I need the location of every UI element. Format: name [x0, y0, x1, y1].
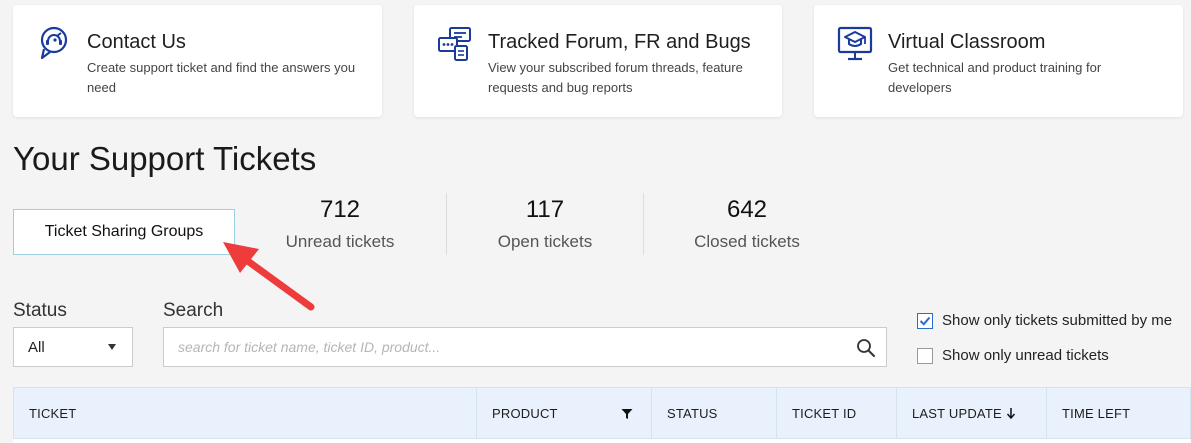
stat-divider — [643, 193, 644, 255]
column-header-last-update[interactable]: LAST UPDATE — [897, 388, 1047, 438]
closed-tickets-stat[interactable]: 642 Closed tickets — [672, 193, 822, 253]
open-tickets-count: 117 — [525, 196, 565, 223]
column-header-time-left[interactable]: TIME LEFT — [1047, 388, 1190, 438]
contact-us-desc: Create support ticket and find the answe… — [87, 60, 356, 95]
tracked-forum-title: Tracked Forum, FR and Bugs — [488, 31, 751, 53]
virtual-classroom-title: Virtual Classroom — [888, 31, 1046, 53]
search-icon[interactable] — [856, 338, 876, 358]
column-header-label: LAST UPDATE — [912, 405, 1002, 421]
open-tickets-stat[interactable]: 117 Open tickets — [475, 193, 615, 253]
page-title: Your Support Tickets — [13, 140, 317, 177]
column-header-product[interactable]: PRODUCT — [477, 388, 652, 438]
search-box — [163, 327, 887, 367]
checkmark-icon — [919, 316, 931, 326]
contact-us-card[interactable]: Contact Us Create support ticket and fin… — [13, 5, 382, 117]
virtual-classroom-card[interactable]: Virtual Classroom Get technical and prod… — [814, 5, 1183, 117]
column-header-label: TIME LEFT — [1062, 405, 1131, 421]
stat-divider — [446, 193, 447, 255]
ticket-sharing-groups-button[interactable]: Ticket Sharing Groups — [13, 209, 235, 255]
submitted-by-me-label: Show only tickets submitted by me — [942, 312, 1173, 329]
filter-icon[interactable] — [621, 408, 633, 420]
open-tickets-label: Open tickets — [497, 232, 593, 251]
sort-down-arrow-icon — [1006, 408, 1015, 419]
forum-threads-icon — [438, 27, 471, 61]
submitted-by-me-checkbox-row[interactable]: Show only tickets submitted by me — [917, 312, 1172, 329]
column-header-label: TICKET — [29, 405, 77, 421]
unread-only-checkbox[interactable] — [917, 347, 933, 364]
column-header-label: STATUS — [667, 405, 718, 421]
unread-tickets-count: 712 — [319, 196, 361, 223]
tickets-table-body — [13, 439, 1191, 443]
column-header-label: TICKET ID — [792, 405, 857, 421]
headset-chat-icon — [40, 26, 68, 60]
annotation-arrow — [223, 242, 315, 311]
graduation-screen-icon — [837, 26, 873, 61]
column-header-label: PRODUCT — [492, 405, 558, 421]
closed-tickets-label: Closed tickets — [694, 232, 800, 251]
column-header-ticket[interactable]: TICKET — [14, 388, 477, 438]
search-label: Search — [163, 300, 224, 321]
column-header-ticket-id[interactable]: TICKET ID — [777, 388, 897, 438]
contact-us-title: Contact Us — [87, 31, 186, 53]
closed-tickets-count: 642 — [726, 196, 768, 223]
virtual-classroom-desc: Get technical and product training for d… — [888, 60, 1102, 95]
unread-only-label: Show only unread tickets — [942, 347, 1109, 364]
tickets-table-header: TICKET PRODUCT STATUS TICKET ID LAST UPD… — [13, 387, 1191, 439]
unread-only-checkbox-row[interactable]: Show only unread tickets — [917, 347, 1109, 364]
column-header-status[interactable]: STATUS — [652, 388, 777, 438]
status-select[interactable]: All — [13, 327, 133, 367]
tracked-forum-desc: View your subscribed forum threads, feat… — [488, 60, 743, 95]
submitted-by-me-checkbox[interactable] — [917, 312, 933, 329]
search-input[interactable] — [164, 328, 824, 366]
status-label: Status — [13, 300, 67, 321]
tracked-forum-card[interactable]: Tracked Forum, FR and Bugs View your sub… — [414, 5, 782, 117]
chevron-down-icon — [108, 344, 116, 350]
status-select-value: All — [28, 338, 45, 356]
